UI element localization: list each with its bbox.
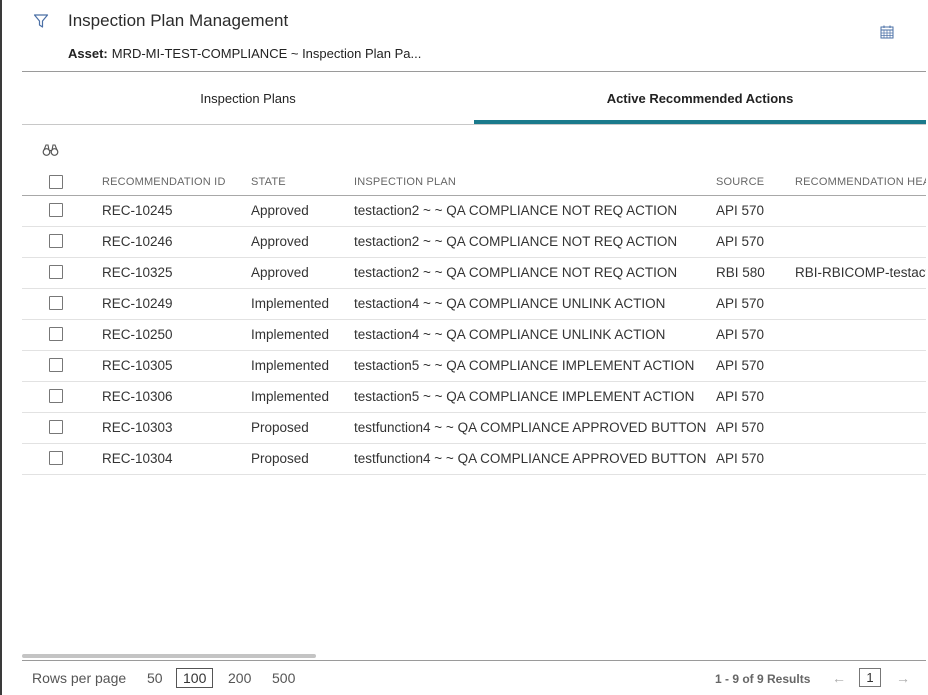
footer-divider — [22, 660, 926, 661]
cell-source: API 570 — [716, 234, 765, 249]
column-header-state[interactable]: STATE — [251, 176, 286, 188]
grid-header: RECOMMENDATION ID STATE INSPECTION PLAN … — [22, 168, 926, 196]
asset-value[interactable]: MRD-MI-TEST-COMPLIANCE ~ Inspection Plan… — [112, 46, 422, 61]
window-left-border — [0, 0, 2, 695]
cell-recommendation-id: REC-10304 — [102, 451, 173, 466]
cell-source: API 570 — [716, 420, 765, 435]
tab-active-recommended-actions[interactable]: Active Recommended Actions — [474, 72, 926, 125]
cell-recommendation-id: REC-10303 — [102, 420, 173, 435]
cell-state: Approved — [251, 265, 309, 280]
cell-recommendation-id: REC-10305 — [102, 358, 173, 373]
select-all-checkbox[interactable] — [49, 175, 63, 189]
tab-bar: Inspection Plans Active Recommended Acti… — [22, 72, 926, 125]
cell-inspection-plan: testfunction4 ~ ~ QA COMPLIANCE APPROVED… — [354, 451, 707, 466]
cell-state: Implemented — [251, 296, 330, 311]
cell-recommendation-id: REC-10306 — [102, 389, 173, 404]
asset-label: Asset: — [68, 46, 108, 61]
cell-source: API 570 — [716, 296, 765, 311]
cell-inspection-plan: testaction4 ~ ~ QA COMPLIANCE UNLINK ACT… — [354, 296, 666, 311]
row-checkbox[interactable] — [49, 296, 63, 310]
cell-inspection-plan: testaction5 ~ ~ QA COMPLIANCE IMPLEMENT … — [354, 358, 695, 373]
cell-recommendation-id: REC-10246 — [102, 234, 173, 249]
table-row[interactable]: REC-10246 Approved testaction2 ~ ~ QA COMP… — [22, 227, 926, 258]
cell-recommendation-id: REC-10249 — [102, 296, 173, 311]
cell-inspection-plan: testfunction4 ~ ~ QA COMPLIANCE APPROVED… — [354, 420, 707, 435]
cell-recommendation-id: REC-10325 — [102, 265, 173, 280]
cell-inspection-plan: testaction4 ~ ~ QA COMPLIANCE UNLINK ACT… — [354, 327, 666, 342]
row-checkbox[interactable] — [49, 265, 63, 279]
table-row[interactable]: REC-10250 Implemented testaction4 ~ ~ QA C… — [22, 320, 926, 351]
cell-inspection-plan: testaction2 ~ ~ QA COMPLIANCE NOT REQ AC… — [354, 234, 678, 249]
cell-source: API 570 — [716, 203, 765, 218]
previous-page-icon[interactable]: ← — [832, 670, 846, 686]
page-header: Inspection Plan Management Asset: MRD-MI-… — [0, 0, 928, 72]
grid-body: REC-10245 Approved testaction2 ~ ~ QA COMP… — [22, 196, 926, 475]
cell-inspection-plan: testaction2 ~ ~ QA COMPLIANCE NOT REQ AC… — [354, 203, 678, 218]
binoculars-icon[interactable] — [42, 143, 59, 157]
table-row[interactable]: REC-10305 Implemented testaction5 ~ ~ QA C… — [22, 351, 926, 382]
cell-state: Implemented — [251, 358, 330, 373]
cell-recommendation-headline: RBI-RBICOMP-testact — [795, 265, 926, 280]
tab-inspection-plans[interactable]: Inspection Plans — [22, 72, 474, 125]
cell-recommendation-id: REC-10245 — [102, 203, 173, 218]
cell-recommendation-id: REC-10250 — [102, 327, 173, 342]
cell-state: Implemented — [251, 327, 330, 342]
rows-per-page-label: Rows per page — [32, 670, 127, 686]
cell-source: API 570 — [716, 389, 765, 404]
cell-state: Implemented — [251, 389, 330, 404]
cell-source: API 570 — [716, 327, 765, 342]
active-tab-indicator — [474, 120, 926, 124]
cell-source: RBI 580 — [716, 265, 765, 280]
column-header-recommendation-id[interactable]: RECOMMENDATION ID — [102, 176, 226, 188]
cell-state: Proposed — [251, 420, 309, 435]
row-checkbox[interactable] — [49, 234, 63, 248]
cell-source: API 570 — [716, 451, 765, 466]
tab-bar-divider — [22, 124, 926, 125]
table-row[interactable]: REC-10304 Proposed testfunction4 ~ ~ QA CO… — [22, 444, 926, 475]
page-title: Inspection Plan Management — [68, 11, 289, 30]
current-page-input[interactable]: 1 — [859, 668, 881, 687]
cell-state: Approved — [251, 203, 309, 218]
cell-state: Approved — [251, 234, 309, 249]
column-header-inspection-plan[interactable]: INSPECTION PLAN — [354, 176, 456, 188]
rows-per-page-500[interactable]: 500 — [272, 670, 295, 686]
results-count: 1 - 9 of 9 Results — [715, 672, 811, 686]
cell-source: API 570 — [716, 358, 765, 373]
row-checkbox[interactable] — [49, 389, 63, 403]
table-row[interactable]: REC-10306 Implemented testaction5 ~ ~ QA C… — [22, 382, 926, 413]
calendar-icon[interactable] — [880, 25, 894, 39]
filter-icon[interactable] — [33, 13, 49, 29]
table-row[interactable]: REC-10245 Approved testaction2 ~ ~ QA COMP… — [22, 196, 926, 227]
table-row[interactable]: REC-10303 Proposed testfunction4 ~ ~ QA CO… — [22, 413, 926, 444]
next-page-icon[interactable]: → — [896, 670, 910, 686]
row-checkbox[interactable] — [49, 203, 63, 217]
asset-breadcrumb: Asset: MRD-MI-TEST-COMPLIANCE ~ Inspectio… — [68, 46, 421, 61]
recommendations-grid: RECOMMENDATION ID STATE INSPECTION PLAN … — [22, 168, 926, 475]
row-checkbox[interactable] — [49, 420, 63, 434]
row-checkbox[interactable] — [49, 358, 63, 372]
cell-inspection-plan: testaction2 ~ ~ QA COMPLIANCE NOT REQ AC… — [354, 265, 678, 280]
column-header-source[interactable]: SOURCE — [716, 176, 764, 188]
row-checkbox[interactable] — [49, 327, 63, 341]
table-row[interactable]: REC-10325 Approved testaction2 ~ ~ QA COMP… — [22, 258, 926, 289]
table-row[interactable]: REC-10249 Implemented testaction4 ~ ~ QA C… — [22, 289, 926, 320]
horizontal-scrollbar[interactable] — [22, 654, 316, 658]
cell-inspection-plan: testaction5 ~ ~ QA COMPLIANCE IMPLEMENT … — [354, 389, 695, 404]
column-header-recommendation-headline[interactable]: RECOMMENDATION HEAD — [795, 176, 926, 188]
rows-per-page-100[interactable]: 100 — [176, 668, 214, 688]
row-checkbox[interactable] — [49, 451, 63, 465]
rows-per-page-50[interactable]: 50 — [147, 670, 163, 686]
cell-state: Proposed — [251, 451, 309, 466]
rows-per-page-200[interactable]: 200 — [228, 670, 251, 686]
